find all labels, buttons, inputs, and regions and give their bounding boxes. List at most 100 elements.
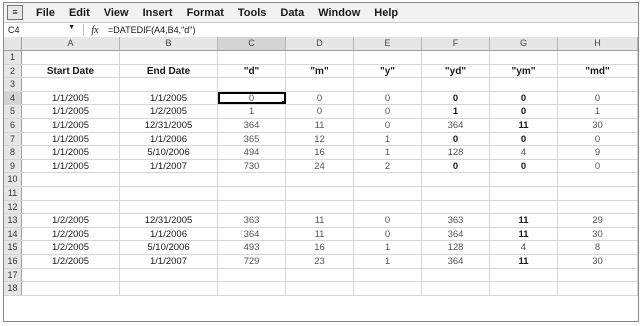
cell-e5[interactable]: 0 bbox=[354, 105, 422, 118]
cell-c17[interactable] bbox=[218, 268, 286, 282]
cell-h10[interactable] bbox=[558, 173, 638, 186]
row-header[interactable]: 2 bbox=[4, 64, 22, 78]
cell-b12[interactable] bbox=[120, 200, 218, 214]
cell-b11[interactable] bbox=[120, 186, 218, 200]
column-header-c[interactable]: C bbox=[218, 37, 286, 50]
cell-f14[interactable]: 364 bbox=[422, 227, 490, 241]
row-header[interactable]: 8 bbox=[4, 146, 22, 159]
cell-a5[interactable]: 1/1/2005 bbox=[22, 105, 120, 118]
cell-f3[interactable] bbox=[422, 78, 490, 91]
row-header[interactable]: 13 bbox=[4, 214, 22, 227]
menu-insert[interactable]: Insert bbox=[136, 7, 180, 19]
cell-f12[interactable] bbox=[422, 200, 490, 214]
cell-d13[interactable]: 11 bbox=[286, 214, 354, 227]
column-header-b[interactable]: B bbox=[120, 37, 218, 50]
cell-d3[interactable] bbox=[286, 78, 354, 91]
cell-d1[interactable] bbox=[286, 51, 354, 64]
cell-h18[interactable] bbox=[558, 282, 638, 295]
menu-tools[interactable]: Tools bbox=[231, 7, 274, 19]
cell-f9[interactable]: 0 bbox=[422, 159, 490, 173]
menu-window[interactable]: Window bbox=[311, 7, 367, 19]
column-header-e[interactable]: E bbox=[354, 37, 422, 50]
cell-d5[interactable]: 0 bbox=[286, 105, 354, 118]
cell-f2[interactable]: "yd" bbox=[422, 64, 490, 78]
cell-h12[interactable] bbox=[558, 200, 638, 214]
cell-c7[interactable]: 365 bbox=[218, 132, 286, 146]
cell-e9[interactable]: 2 bbox=[354, 159, 422, 173]
menu-format[interactable]: Format bbox=[180, 7, 231, 19]
cell-e17[interactable] bbox=[354, 268, 422, 282]
cell-f6[interactable]: 364 bbox=[422, 118, 490, 132]
cell-a10[interactable] bbox=[22, 173, 120, 186]
cell-f5[interactable]: 1 bbox=[422, 105, 490, 118]
cell-f1[interactable] bbox=[422, 51, 490, 64]
cell-f7[interactable]: 0 bbox=[422, 132, 490, 146]
cell-h7[interactable]: 0 bbox=[558, 132, 638, 146]
cell-g17[interactable] bbox=[490, 268, 558, 282]
row-header[interactable]: 18 bbox=[4, 282, 22, 295]
cell-g7[interactable]: 0 bbox=[490, 132, 558, 146]
cell-h8[interactable]: 9 bbox=[558, 146, 638, 159]
cell-h17[interactable] bbox=[558, 268, 638, 282]
cell-h11[interactable] bbox=[558, 186, 638, 200]
cell-a11[interactable] bbox=[22, 186, 120, 200]
column-header-d[interactable]: D bbox=[286, 37, 354, 50]
cell-a12[interactable] bbox=[22, 200, 120, 214]
cell-b2[interactable]: End Date bbox=[120, 64, 218, 78]
cell-e2[interactable]: "y" bbox=[354, 64, 422, 78]
cell-g15[interactable]: 4 bbox=[490, 241, 558, 254]
cell-c1[interactable] bbox=[218, 51, 286, 64]
cell-h13[interactable]: 29 bbox=[558, 214, 638, 227]
cell-d11[interactable] bbox=[286, 186, 354, 200]
cell-d18[interactable] bbox=[286, 282, 354, 295]
cell-c18[interactable] bbox=[218, 282, 286, 295]
cell-d9[interactable]: 24 bbox=[286, 159, 354, 173]
cell-a1[interactable] bbox=[22, 51, 120, 64]
cell-c3[interactable] bbox=[218, 78, 286, 91]
cell-f15[interactable]: 128 bbox=[422, 241, 490, 254]
cell-b10[interactable] bbox=[120, 173, 218, 186]
cell-h15[interactable]: 8 bbox=[558, 241, 638, 254]
cell-g14[interactable]: 11 bbox=[490, 227, 558, 241]
cell-c12[interactable] bbox=[218, 200, 286, 214]
menu-file[interactable]: File bbox=[29, 7, 62, 19]
cell-f11[interactable] bbox=[422, 186, 490, 200]
cell-e1[interactable] bbox=[354, 51, 422, 64]
cell-c8[interactable]: 494 bbox=[218, 146, 286, 159]
row-header[interactable]: 17 bbox=[4, 268, 22, 282]
cell-f17[interactable] bbox=[422, 268, 490, 282]
cell-b6[interactable]: 12/31/2005 bbox=[120, 118, 218, 132]
cell-e7[interactable]: 1 bbox=[354, 132, 422, 146]
cell-c13[interactable]: 363 bbox=[218, 214, 286, 227]
cell-a9[interactable]: 1/1/2005 bbox=[22, 159, 120, 173]
cell-g18[interactable] bbox=[490, 282, 558, 295]
cell-d17[interactable] bbox=[286, 268, 354, 282]
name-box[interactable]: C4 ▼ bbox=[4, 24, 84, 36]
cell-d14[interactable]: 11 bbox=[286, 227, 354, 241]
row-header[interactable]: 6 bbox=[4, 118, 22, 132]
row-header[interactable]: 3 bbox=[4, 78, 22, 91]
cell-g10[interactable] bbox=[490, 173, 558, 186]
cell-h4[interactable]: 0 bbox=[558, 91, 638, 105]
cell-c11[interactable] bbox=[218, 186, 286, 200]
cell-e14[interactable]: 0 bbox=[354, 227, 422, 241]
cell-h14[interactable]: 30 bbox=[558, 227, 638, 241]
row-header[interactable]: 10 bbox=[4, 173, 22, 186]
cell-a7[interactable]: 1/1/2005 bbox=[22, 132, 120, 146]
menu-help[interactable]: Help bbox=[367, 7, 405, 19]
row-header[interactable]: 16 bbox=[4, 254, 22, 268]
menu-edit[interactable]: Edit bbox=[62, 7, 97, 19]
cell-b16[interactable]: 1/1/2007 bbox=[120, 254, 218, 268]
cell-g1[interactable] bbox=[490, 51, 558, 64]
cell-c6[interactable]: 364 bbox=[218, 118, 286, 132]
cell-b9[interactable]: 1/1/2007 bbox=[120, 159, 218, 173]
cell-g13[interactable]: 11 bbox=[490, 214, 558, 227]
row-header[interactable]: 7 bbox=[4, 132, 22, 146]
cell-d10[interactable] bbox=[286, 173, 354, 186]
cell-d15[interactable]: 16 bbox=[286, 241, 354, 254]
cell-e4[interactable]: 0 bbox=[354, 91, 422, 105]
cell-a14[interactable]: 1/2/2005 bbox=[22, 227, 120, 241]
cell-a16[interactable]: 1/2/2005 bbox=[22, 254, 120, 268]
cell-c5[interactable]: 1 bbox=[218, 105, 286, 118]
cell-a4[interactable]: 1/1/2005 bbox=[22, 91, 120, 105]
